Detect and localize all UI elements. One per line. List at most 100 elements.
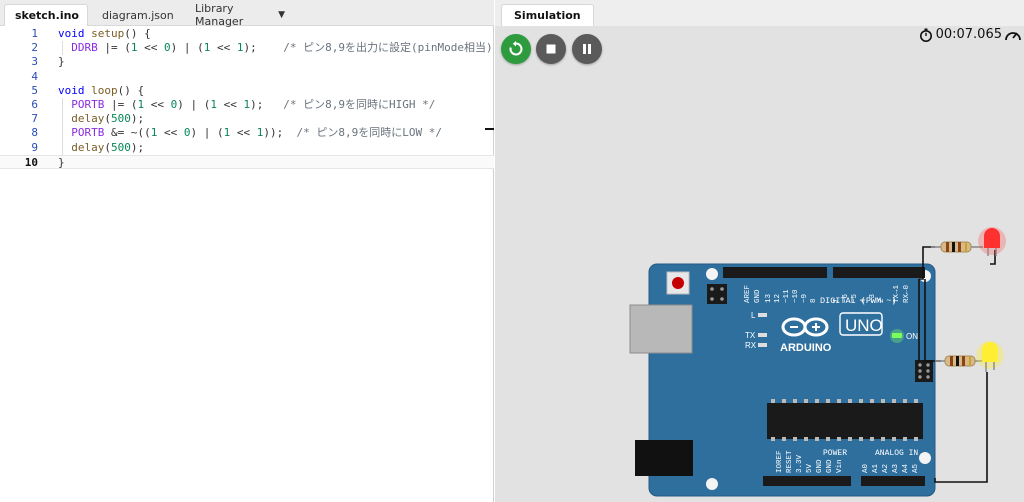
mounting-hole — [706, 268, 718, 280]
code-line[interactable]: 10} — [0, 154, 494, 170]
tab-label: sketch.ino — [15, 9, 79, 22]
on-label: ON — [906, 332, 918, 341]
scrollbar-marker[interactable] — [485, 128, 494, 130]
code-token: ) | ( — [190, 126, 224, 140]
digital-label: DIGITAL (PWM ~) — [820, 296, 897, 306]
code-line[interactable]: 3} — [0, 55, 494, 69]
code-line[interactable]: 1 void setup() { — [0, 27, 494, 41]
code-token: /* ピン8,9を出力に設定(pinMode相当) */ — [283, 41, 513, 55]
code-token: setup — [91, 27, 125, 40]
icsp-header-2 — [915, 360, 933, 382]
chevron-down-icon[interactable]: ▼ — [278, 10, 285, 20]
pin-label: 12 — [774, 294, 782, 303]
code-area[interactable]: 1 void setup() {2 DDRB |= (1 << 0) | (1 <… — [0, 27, 512, 170]
code-token: ); — [130, 112, 145, 126]
tab-library-manager[interactable]: Library Manager ▼ — [185, 2, 295, 28]
pin-label: ~9 — [801, 294, 809, 303]
code-text: void setup() { — [58, 27, 151, 41]
arduino-uno-board[interactable]: AREF GND 13 12 ~11 ~10 ~9 8 7 ~6 ~5 4 ~3 2 TX→1 RX←0 DI… — [629, 263, 936, 497]
code-line[interactable]: 8 PORTB &= ~((1 << 0) | (1 << 1)); /* ピン… — [0, 126, 494, 141]
tx-led — [758, 333, 767, 337]
yellow-led[interactable] — [976, 341, 1004, 372]
pin-label: RX←0 — [903, 284, 911, 303]
code-text: delay(500); — [58, 141, 144, 155]
code-token: &= ~(( — [104, 126, 151, 140]
code-token: /* ピン8,9を同時にLOW */ — [296, 126, 442, 140]
code-token: ) | ( — [170, 41, 204, 55]
code-text: void loop() { — [58, 84, 144, 98]
code-token: 1 — [210, 97, 217, 111]
code-token: ); — [243, 41, 284, 55]
dc-power-jack — [635, 440, 693, 476]
code-line[interactable]: 6 PORTB |= (1 << 0) | (1 << 1); /* ピン8,9… — [0, 97, 494, 113]
pin-label: GND — [826, 459, 834, 473]
reset-button-cap[interactable] — [672, 277, 684, 289]
pin-label: A5 — [912, 463, 920, 473]
code-token: |= ( — [104, 97, 138, 111]
code-token: DDRB — [71, 41, 98, 55]
code-line[interactable]: 5 void loop() { — [0, 84, 494, 98]
code-token: ); — [250, 97, 284, 111]
indent-guide — [62, 41, 63, 56]
code-text: PORTB |= (1 << 0) | (1 << 1); /* ピン8,9を同… — [58, 98, 435, 112]
indent-guide — [62, 97, 63, 113]
line-number: 4 — [31, 69, 38, 83]
tab-sketch-ino[interactable]: sketch.ino — [4, 4, 88, 26]
pin-label: ~11 — [783, 289, 791, 303]
analog-pin-header[interactable] — [861, 476, 925, 486]
code-text: delay(500); — [58, 112, 144, 126]
resistor-1[interactable] — [931, 241, 983, 253]
code-token: 1 — [130, 41, 138, 55]
indent-guide — [62, 126, 63, 141]
code-line[interactable]: 7 delay(500); — [0, 112, 494, 127]
code-token: /* ピン8,9を同時にHIGH */ — [283, 97, 436, 111]
pin-label: Vin — [836, 459, 844, 473]
pin-label: ~10 — [792, 289, 800, 303]
digital-pin-header[interactable] — [723, 267, 827, 278]
code-line[interactable]: 4 — [0, 70, 494, 84]
rx-led — [758, 343, 767, 347]
pin-label: GND — [754, 289, 762, 303]
code-text: } — [58, 156, 65, 170]
code-token: } — [58, 155, 65, 169]
code-text: } — [58, 55, 65, 69]
code-text: PORTB &= ~((1 << 0) | (1 << 1)); /* ピン8,… — [58, 126, 442, 140]
analog-in-label: ANALOG IN — [875, 449, 918, 458]
line-number: 8 — [31, 126, 38, 140]
pin-label: 13 — [765, 293, 773, 303]
pin-label: RESET — [786, 450, 794, 473]
pin-label: 8 — [810, 298, 818, 303]
arduino-logo-text: ARDUINO — [780, 342, 832, 354]
code-token: ( — [104, 112, 111, 126]
wire-gnd-yellow-led[interactable] — [934, 372, 988, 483]
red-led[interactable] — [978, 227, 1006, 256]
mounting-hole — [919, 452, 931, 464]
tab-diagram-json[interactable]: diagram.json — [92, 4, 180, 26]
code-line[interactable]: 9 delay(500); — [0, 140, 494, 155]
code-line[interactable]: 2 DDRB |= (1 << 0) | (1 << 1); /* ピン8,9を… — [0, 41, 512, 56]
tab-label: Library Manager — [195, 2, 244, 28]
code-token: << — [230, 126, 257, 140]
line-number: 1 — [31, 27, 38, 40]
code-token: } — [58, 55, 65, 69]
code-token: delay — [71, 112, 105, 126]
code-token: void — [58, 83, 92, 97]
code-token: << — [157, 126, 184, 140]
power-pin-header[interactable] — [763, 476, 851, 486]
digital-pin-header[interactable] — [833, 267, 925, 278]
code-token: ( — [104, 140, 111, 154]
line-number: 5 — [31, 83, 38, 97]
code-token: << — [144, 97, 171, 111]
line-number: 7 — [31, 112, 38, 126]
code-token: 0 — [164, 41, 171, 55]
uno-text: UNO — [845, 316, 883, 335]
atmega-chip — [767, 399, 923, 441]
pin-label: 5V — [806, 463, 814, 473]
code-token: delay — [71, 140, 105, 154]
code-token: loop — [91, 83, 118, 97]
code-token: PORTB — [71, 126, 105, 140]
tab-label: diagram.json — [102, 8, 174, 22]
